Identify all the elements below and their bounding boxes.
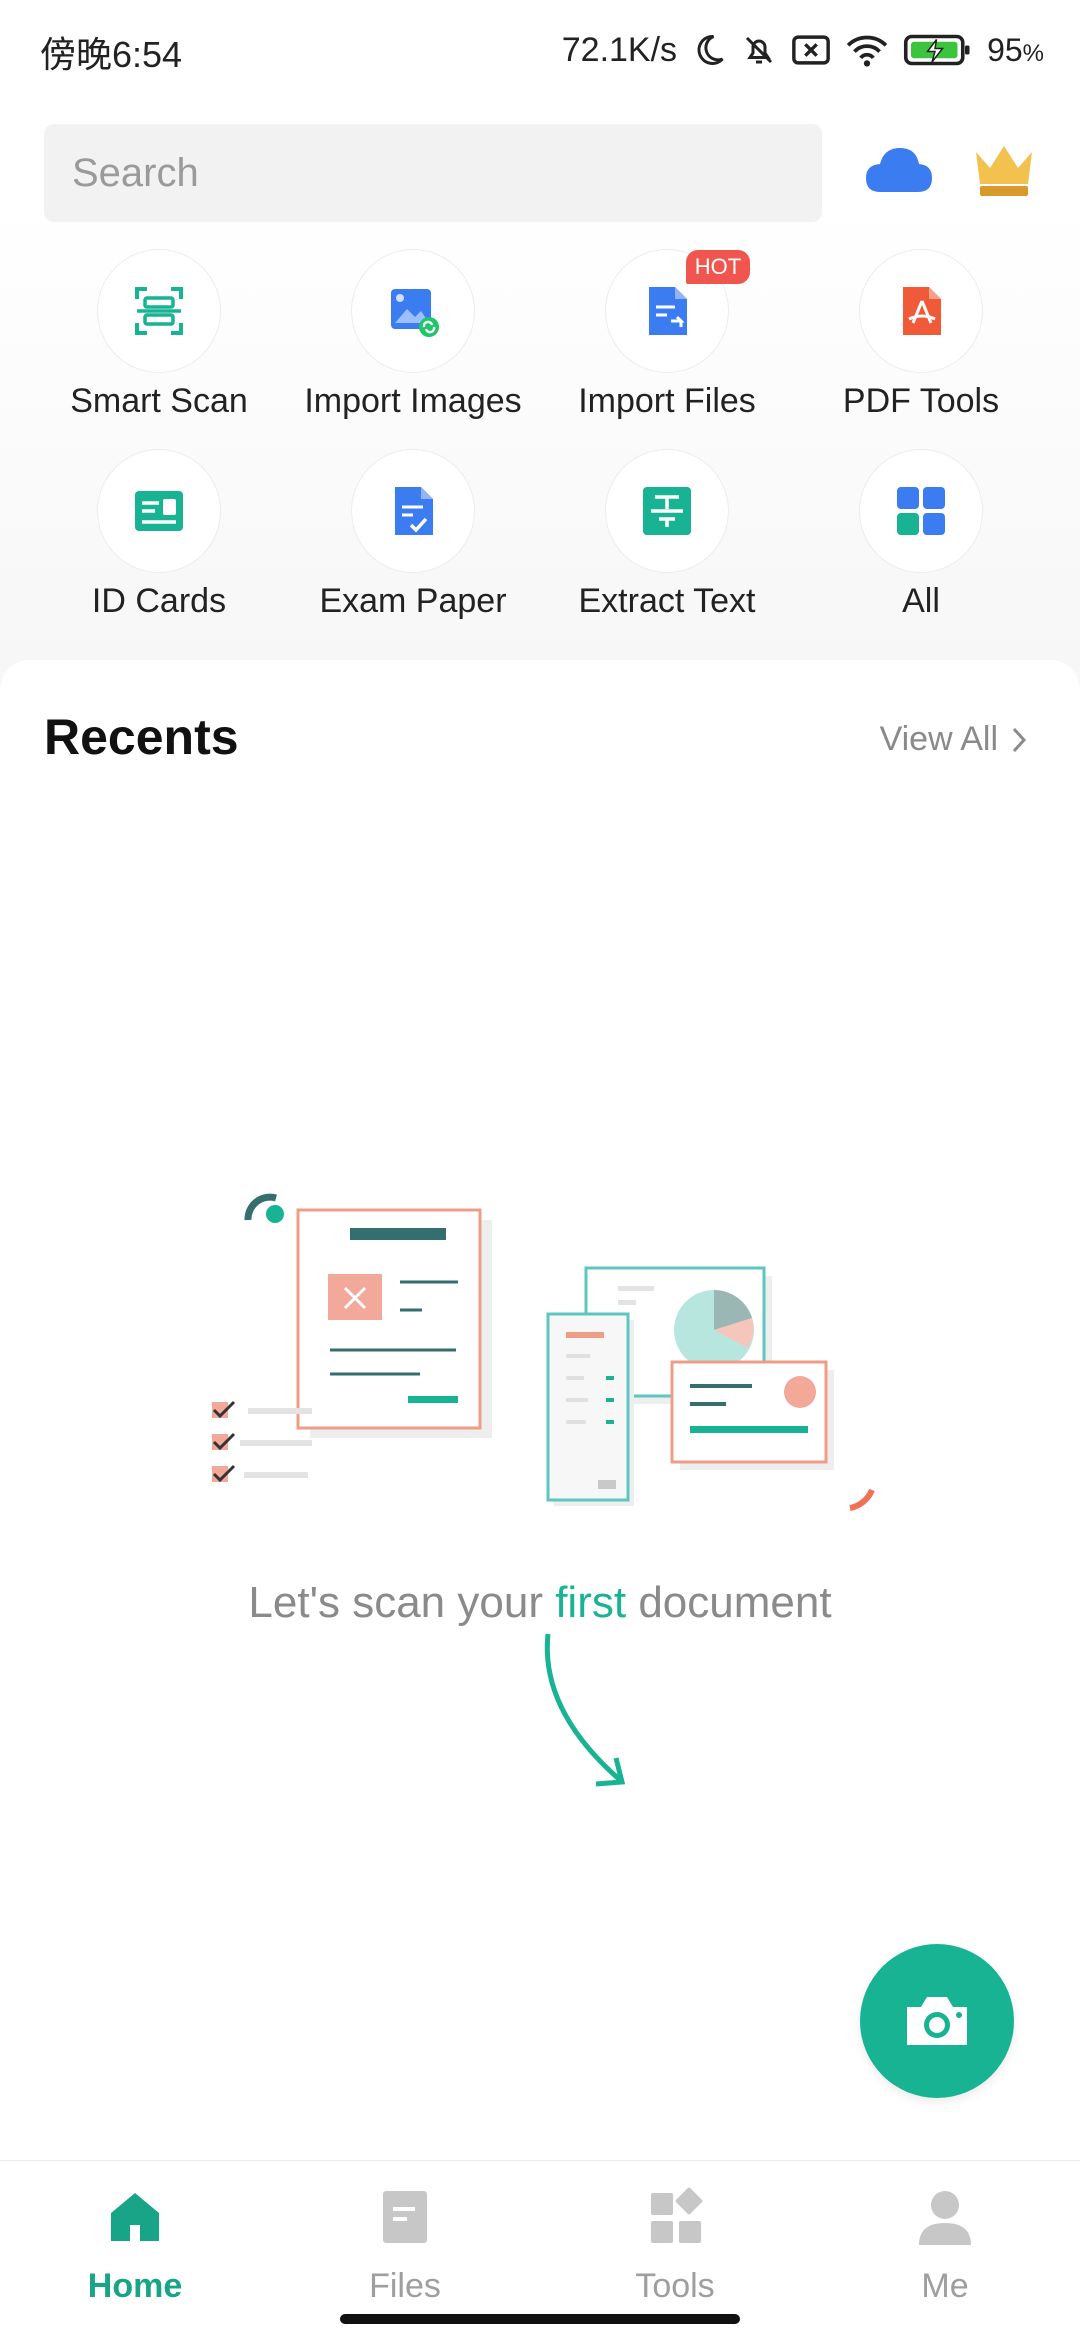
camera-scan-button[interactable] [860, 1944, 1014, 2098]
empty-state-text: Let's scan your first document [248, 1578, 832, 1627]
files-icon [383, 2191, 427, 2243]
id-cards-icon [135, 491, 183, 531]
mute-icon [746, 36, 773, 64]
quick-action-label: Import Files [578, 382, 756, 420]
camera-icon [907, 1997, 967, 2045]
status-time: 傍晚6:54 [40, 34, 183, 75]
bottom-nav: Home Files Tools Me [0, 2160, 1080, 2340]
quick-action-label: All [902, 582, 940, 620]
nav-label: Files [369, 2267, 441, 2305]
quick-action-label: Exam Paper [319, 582, 507, 620]
network-speed: 72.1K/s [561, 30, 678, 69]
search-input[interactable]: Search [44, 124, 822, 222]
quick-action-label: Smart Scan [70, 382, 248, 420]
quick-action-smart-scan[interactable]: Smart Scan [32, 250, 286, 430]
sim-off-icon [792, 35, 830, 65]
tools-icon [651, 2187, 703, 2243]
recents-title: Recents [44, 709, 239, 765]
quick-action-circle [860, 250, 982, 372]
quick-action-pdf-tools[interactable]: PDF Tools [794, 250, 1048, 430]
all-apps-icon [897, 487, 945, 535]
quick-action-extract-text[interactable]: Extract Text [540, 450, 794, 630]
home-indicator[interactable] [340, 2314, 740, 2324]
quick-action-label: Import Images [304, 382, 522, 420]
moon-icon [697, 34, 724, 65]
smart-scan-icon [135, 287, 183, 335]
nav-label: Me [921, 2267, 969, 2305]
quick-action-id-cards[interactable]: ID Cards [32, 450, 286, 630]
nav-label: Home [87, 2267, 183, 2305]
home-icon [111, 2193, 159, 2241]
quick-action-import-files[interactable]: Import Files [540, 250, 794, 430]
hot-badge: HOT [686, 250, 750, 284]
quick-action-circle [352, 250, 474, 372]
quick-action-all[interactable]: All [794, 450, 1048, 630]
cloud-icon [866, 148, 932, 192]
quick-action-label: Extract Text [578, 582, 756, 620]
me-icon [919, 2191, 971, 2245]
nav-tools[interactable]: Tools [540, 2175, 810, 2325]
quick-action-circle [606, 450, 728, 572]
search-placeholder: Search [72, 150, 199, 195]
chevron-right-icon [1012, 727, 1027, 752]
quick-action-circle [98, 450, 220, 572]
quick-action-circle [352, 450, 474, 572]
view-all-label: View All [879, 720, 998, 758]
quick-action-import-images[interactable]: Import Images [286, 250, 540, 430]
wifi-icon [846, 35, 888, 67]
quick-action-circle [98, 250, 220, 372]
crown-icon [976, 146, 1032, 196]
app-root: 傍晚6:54 72.1K/s 95% Search Smart Scan Imp… [0, 0, 1080, 2340]
battery-icon [904, 34, 970, 66]
battery-percentage: 95% [987, 31, 1044, 68]
import-files-icon [649, 287, 687, 335]
pdf-tools-icon [903, 287, 941, 335]
premium-button[interactable] [970, 138, 1038, 200]
quick-action-exam-paper[interactable]: Exam Paper [286, 450, 540, 630]
quick-action-label: PDF Tools [842, 382, 1000, 420]
extract-text-icon [643, 487, 691, 535]
nav-label: Tools [635, 2267, 715, 2305]
nav-home[interactable]: Home [0, 2175, 270, 2325]
cloud-sync-button[interactable] [862, 140, 936, 200]
nav-files[interactable]: Files [270, 2175, 540, 2325]
quick-action-circle [860, 450, 982, 572]
status-right: 72.1K/s 95% [562, 22, 1044, 78]
quick-action-label: ID Cards [91, 582, 227, 620]
nav-me[interactable]: Me [810, 2175, 1080, 2325]
import-images-icon [391, 289, 439, 337]
empty-state-illustration [212, 1193, 875, 1511]
view-all-link[interactable]: View All [880, 720, 1030, 759]
exam-paper-icon [395, 487, 433, 535]
curved-arrow-icon [544, 1633, 626, 1787]
status-bar: 傍晚6:54 72.1K/s 95% [0, 0, 1080, 100]
